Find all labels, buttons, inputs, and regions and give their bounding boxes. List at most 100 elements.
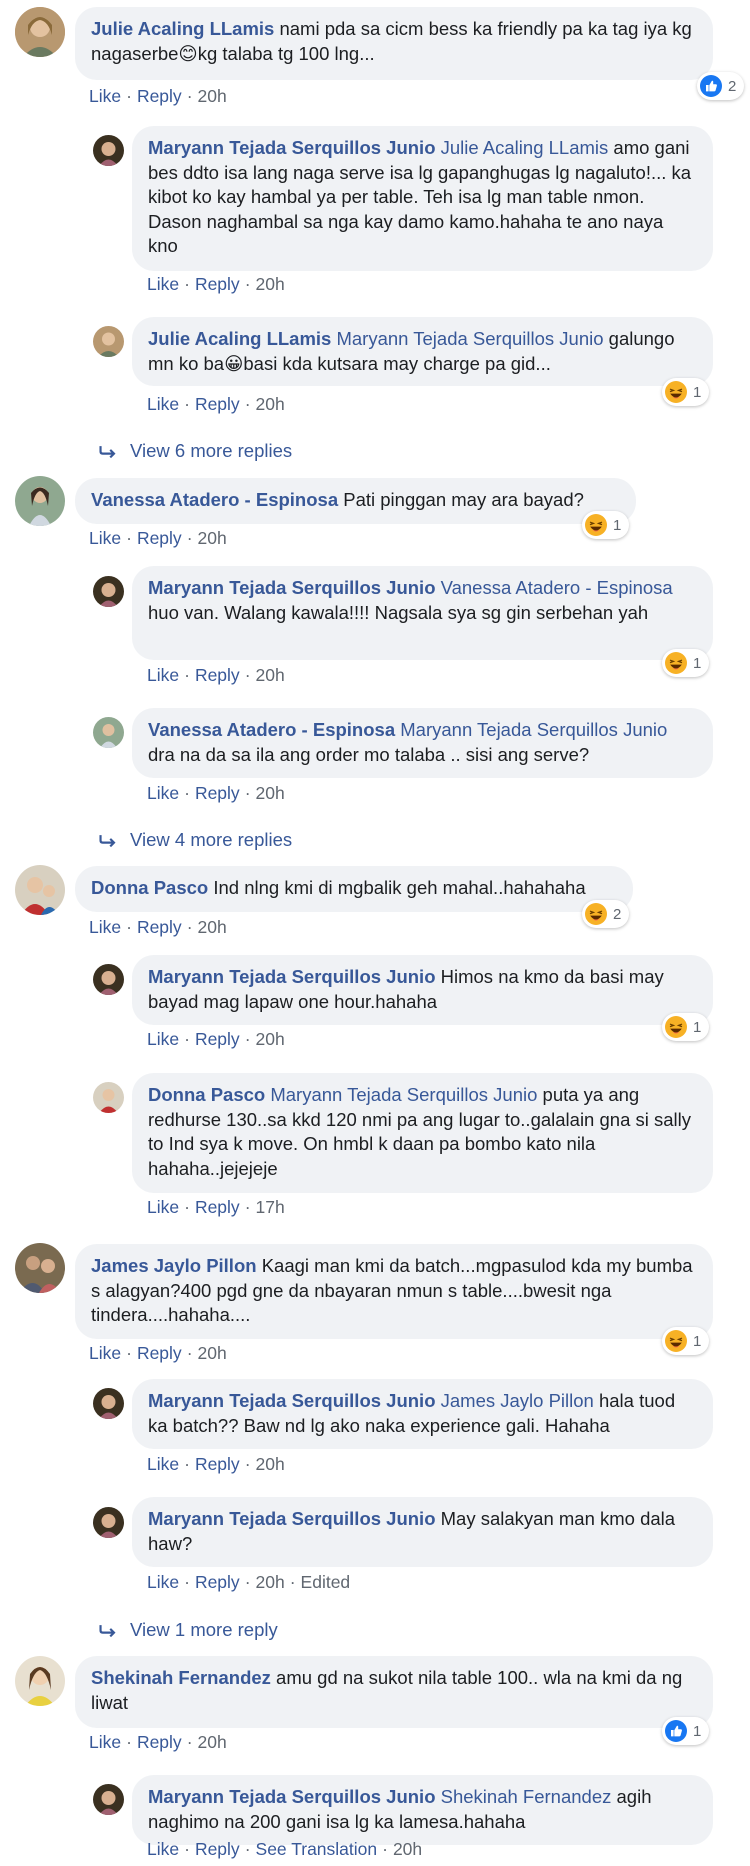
like-link[interactable]: Like — [147, 274, 179, 294]
timestamp[interactable]: 17h — [256, 1197, 285, 1217]
timestamp[interactable]: 20h — [393, 1839, 422, 1859]
like-link[interactable]: Like — [147, 1839, 179, 1859]
reaction-summary[interactable]: 1 — [662, 1717, 710, 1745]
timestamp[interactable]: 20h — [256, 1029, 285, 1049]
reply-bubble: Maryann Tejada Serquillos Junio Himos na… — [132, 955, 713, 1025]
haha-icon — [665, 381, 687, 403]
reply-link[interactable]: Reply — [137, 917, 182, 937]
avatar[interactable] — [15, 476, 65, 526]
reply-mention[interactable]: Julie Acaling LLamis — [441, 137, 609, 158]
reply-mention[interactable]: Maryann Tejada Serquillos Junio — [336, 328, 603, 349]
reply-author[interactable]: Maryann Tejada Serquillos Junio — [148, 966, 436, 987]
like-link[interactable]: Like — [89, 1343, 121, 1363]
comment-author[interactable]: Julie Acaling LLamis — [91, 18, 274, 39]
reply-author[interactable]: Julie Acaling LLamis — [148, 328, 331, 349]
timestamp[interactable]: 20h — [198, 86, 227, 106]
timestamp[interactable]: 20h — [198, 1343, 227, 1363]
reaction-summary[interactable]: 2 — [697, 72, 745, 100]
timestamp[interactable]: 20h — [198, 1732, 227, 1752]
like-link[interactable]: Like — [147, 1454, 179, 1474]
avatar[interactable] — [93, 1082, 124, 1113]
reply-link[interactable]: Reply — [195, 394, 240, 414]
avatar[interactable] — [15, 7, 65, 57]
view-more-replies[interactable]: View 4 more replies — [98, 829, 292, 851]
timestamp[interactable]: 20h — [256, 665, 285, 685]
reaction-summary[interactable]: 1 — [662, 649, 710, 677]
reaction-summary[interactable]: 1 — [582, 511, 630, 539]
timestamp[interactable]: 20h — [256, 1572, 285, 1592]
reply-link[interactable]: Reply — [137, 1732, 182, 1752]
like-link[interactable]: Like — [147, 1029, 179, 1049]
reply-mention[interactable]: Maryann Tejada Serquillos Junio — [270, 1084, 537, 1105]
reply-text: huo van. Walang kawala!!!! Nagsala sya s… — [148, 601, 649, 623]
reply-link[interactable]: Reply — [195, 1839, 240, 1859]
reply-mention[interactable]: James Jaylo Pillon — [441, 1390, 594, 1411]
reply-author[interactable]: Maryann Tejada Serquillos Junio — [148, 1390, 436, 1411]
reply-text: dra na da sa ila ang order mo talaba .. … — [148, 743, 590, 765]
comment-author[interactable]: Shekinah Fernandez — [91, 1667, 271, 1688]
like-link[interactable]: Like — [89, 528, 121, 548]
reply-author[interactable]: Donna Pasco — [148, 1084, 265, 1105]
see-translation-link[interactable]: See Translation — [256, 1839, 378, 1859]
reply-author[interactable]: Maryann Tejada Serquillos Junio — [148, 1786, 436, 1807]
reply-link[interactable]: Reply — [195, 1454, 240, 1474]
avatar[interactable] — [93, 326, 124, 357]
view-more-replies[interactable]: View 1 more reply — [98, 1619, 278, 1641]
reply-link[interactable]: Reply — [137, 528, 182, 548]
reply-link[interactable]: Reply — [137, 1343, 182, 1363]
reply-arrow-icon — [99, 834, 116, 848]
avatar[interactable] — [15, 1656, 65, 1706]
reply-link[interactable]: Reply — [195, 783, 240, 803]
view-more-replies[interactable]: View 6 more replies — [98, 440, 292, 462]
avatar[interactable] — [93, 1388, 124, 1419]
reply-link[interactable]: Reply — [137, 86, 182, 106]
reaction-summary[interactable]: 1 — [662, 378, 710, 406]
reply-mention[interactable]: Vanessa Atadero - Espinosa — [441, 577, 673, 598]
reply-mention[interactable]: Maryann Tejada Serquillos Junio — [400, 719, 667, 740]
timestamp[interactable]: 20h — [256, 1454, 285, 1474]
like-link[interactable]: Like — [147, 1197, 179, 1217]
like-link[interactable]: Like — [147, 665, 179, 685]
timestamp[interactable]: 20h — [198, 917, 227, 937]
avatar[interactable] — [93, 1784, 124, 1815]
avatar[interactable] — [93, 717, 124, 748]
edited-label[interactable]: Edited — [301, 1572, 351, 1592]
comment-author[interactable]: Donna Pasco — [91, 877, 208, 898]
avatar[interactable] — [93, 576, 124, 607]
like-link[interactable]: Like — [147, 1572, 179, 1592]
timestamp[interactable]: 20h — [256, 783, 285, 803]
reply-author[interactable]: Maryann Tejada Serquillos Junio — [148, 1508, 436, 1529]
like-link[interactable]: Like — [89, 86, 121, 106]
avatar[interactable] — [93, 1507, 124, 1538]
reply-mention[interactable]: Shekinah Fernandez — [441, 1786, 612, 1807]
avatar[interactable] — [93, 135, 124, 166]
view-more-label[interactable]: View 1 more reply — [130, 1619, 278, 1640]
reply-link[interactable]: Reply — [195, 274, 240, 294]
reaction-summary[interactable]: 1 — [662, 1327, 710, 1355]
reaction-summary[interactable]: 2 — [582, 900, 630, 928]
view-more-label[interactable]: View 4 more replies — [130, 829, 292, 850]
comment-author[interactable]: James Jaylo Pillon — [91, 1255, 257, 1276]
avatar[interactable] — [15, 1243, 65, 1293]
timestamp[interactable]: 20h — [256, 274, 285, 294]
view-more-label[interactable]: View 6 more replies — [130, 440, 292, 461]
like-link[interactable]: Like — [147, 394, 179, 414]
like-link[interactable]: Like — [89, 1732, 121, 1752]
reply-author[interactable]: Vanessa Atadero - Espinosa — [148, 719, 395, 740]
timestamp[interactable]: 20h — [198, 528, 227, 548]
reply-link[interactable]: Reply — [195, 1029, 240, 1049]
comment-author[interactable]: Vanessa Atadero - Espinosa — [91, 489, 338, 510]
reply-bubble: Vanessa Atadero - Espinosa Maryann Tejad… — [132, 708, 713, 778]
reply-author[interactable]: Maryann Tejada Serquillos Junio — [148, 577, 436, 598]
reaction-summary[interactable]: 1 — [662, 1013, 710, 1041]
avatar[interactable] — [15, 865, 65, 915]
timestamp[interactable]: 20h — [256, 394, 285, 414]
like-link[interactable]: Like — [147, 783, 179, 803]
reply-link[interactable]: Reply — [195, 1197, 240, 1217]
avatar[interactable] — [93, 964, 124, 995]
reply-link[interactable]: Reply — [195, 1572, 240, 1592]
like-link[interactable]: Like — [89, 917, 121, 937]
reply-author[interactable]: Maryann Tejada Serquillos Junio — [148, 137, 436, 158]
reply-actions: Like · Reply · 20h — [147, 1454, 285, 1474]
reply-link[interactable]: Reply — [195, 665, 240, 685]
